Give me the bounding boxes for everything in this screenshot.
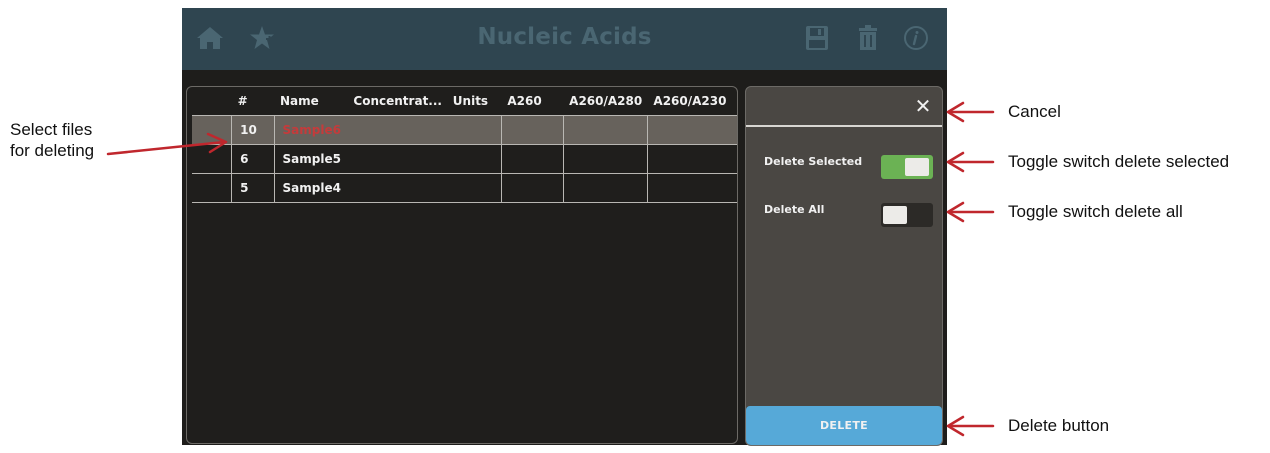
arrow-toggle-selected	[946, 151, 995, 173]
annotation-toggle-all: Toggle switch delete all	[1008, 202, 1183, 221]
arrow-delete-button	[946, 415, 995, 437]
annotation-select-files-line1: Select files	[10, 120, 93, 139]
arrow-cancel	[946, 101, 995, 123]
arrow-select-files	[106, 132, 228, 156]
annotation-select-files-line2: for deleting	[10, 141, 95, 160]
annotation-toggle-selected: Toggle switch delete selected	[1008, 152, 1230, 171]
annotation-delete-button: Delete button	[1008, 416, 1110, 435]
annotation-cancel: Cancel	[1008, 102, 1061, 121]
annotation-arrows	[106, 101, 995, 437]
arrow-toggle-all	[946, 201, 995, 223]
